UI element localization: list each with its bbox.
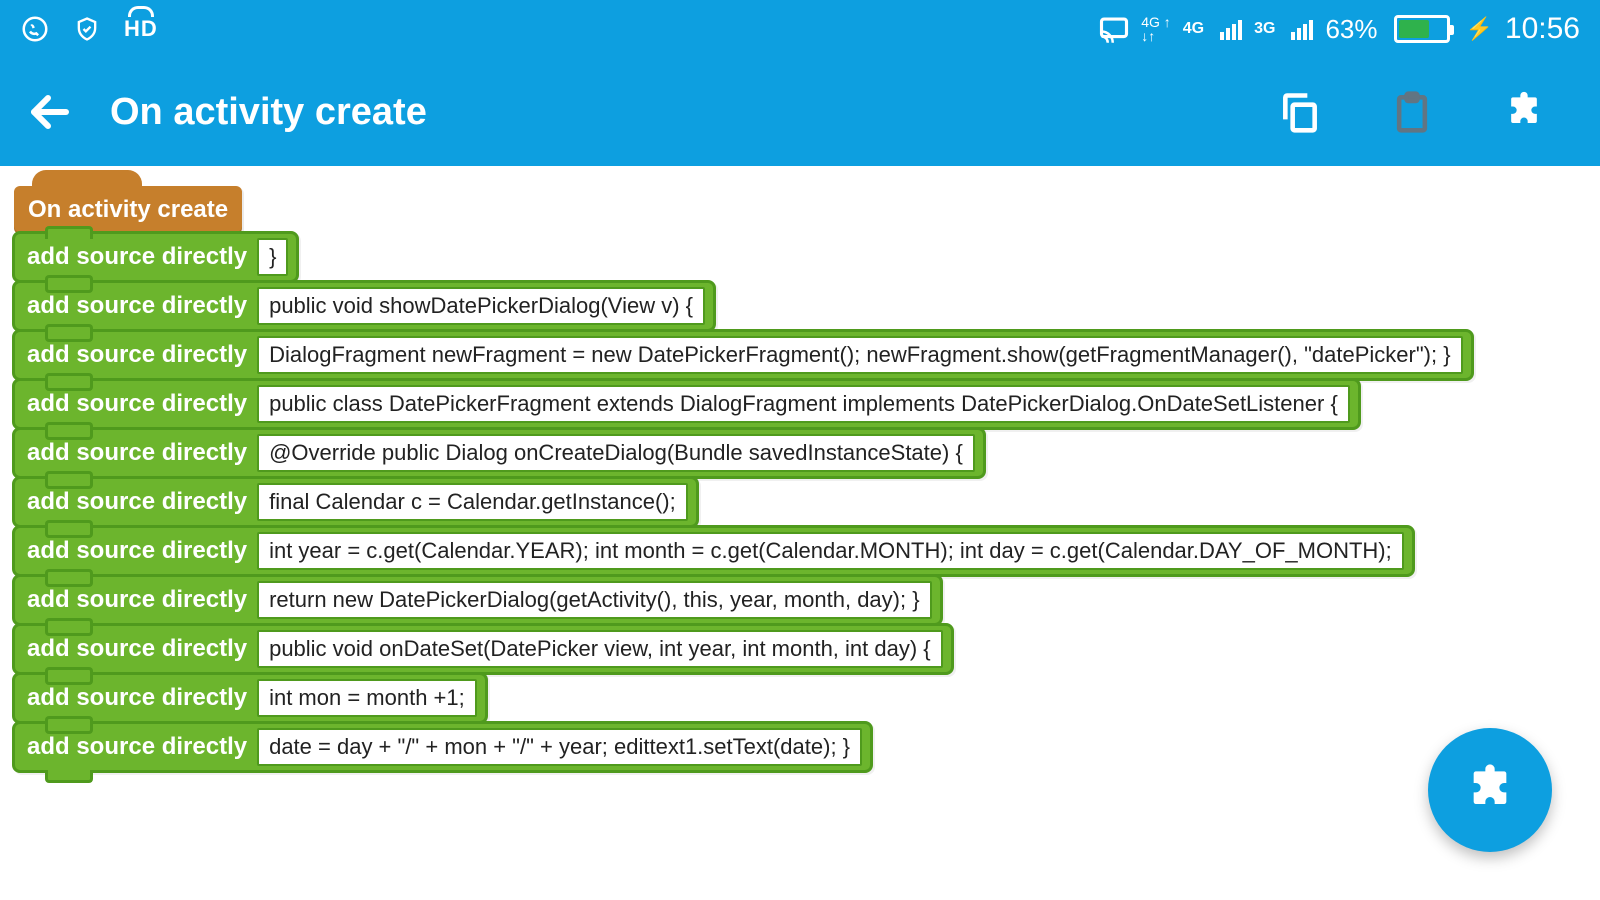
source-block-label: add source directly [23, 631, 257, 667]
app-actions [1274, 86, 1580, 138]
net-4g-label: 4G [1183, 20, 1204, 38]
source-block[interactable]: add source directly@Override public Dial… [12, 427, 986, 479]
page-title: On activity create [110, 91, 1244, 134]
source-block[interactable]: add source directlypublic void showDateP… [12, 280, 716, 332]
source-code-input[interactable]: int mon = month +1; [257, 679, 477, 717]
signal-3g-icon [1291, 18, 1313, 40]
copy-button[interactable] [1274, 86, 1326, 138]
block-canvas[interactable]: On activity create add source directly}a… [0, 166, 1600, 900]
status-time: 10:56 [1505, 12, 1580, 46]
hd-icon: HD [124, 16, 158, 42]
status-left: HD [20, 14, 158, 44]
charging-icon: ⚡ [1466, 16, 1493, 42]
source-block[interactable]: add source directlydate = day + "/" + mo… [12, 721, 873, 773]
source-block[interactable]: add source directlypublic class DatePick… [12, 378, 1361, 430]
source-block-label: add source directly [23, 680, 257, 716]
puzzle-button[interactable] [1498, 86, 1550, 138]
net-3g-label: 3G [1254, 20, 1275, 38]
source-code-input[interactable]: return new DatePickerDialog(getActivity(… [257, 581, 931, 619]
whatsapp-icon [20, 14, 50, 44]
data-arrows-icon: 4G ↑↓↑ [1141, 15, 1171, 43]
source-block-label: add source directly [23, 435, 257, 471]
source-block-label: add source directly [23, 582, 257, 618]
source-block[interactable]: add source directlyfinal Calendar c = Ca… [12, 476, 699, 528]
back-button[interactable] [20, 82, 80, 142]
add-block-fab[interactable] [1428, 728, 1552, 852]
source-code-input[interactable]: } [257, 238, 288, 276]
app-bar: On activity create [0, 58, 1600, 166]
source-code-input[interactable]: date = day + "/" + mon + "/" + year; edi… [257, 728, 862, 766]
source-block-label: add source directly [23, 386, 257, 422]
source-code-input[interactable]: public void showDatePickerDialog(View v)… [257, 287, 705, 325]
source-block[interactable]: add source directlyreturn new DatePicker… [12, 574, 943, 626]
source-code-input[interactable]: @Override public Dialog onCreateDialog(B… [257, 434, 975, 472]
source-code-input[interactable]: DialogFragment newFragment = new DatePic… [257, 336, 1462, 374]
shield-icon [72, 14, 102, 44]
source-block-label: add source directly [23, 533, 257, 569]
source-block[interactable]: add source directlyint year = c.get(Cale… [12, 525, 1415, 577]
paste-button[interactable] [1386, 86, 1438, 138]
source-block-label: add source directly [23, 288, 257, 324]
source-block[interactable]: add source directlyDialogFragment newFra… [12, 329, 1474, 381]
block-stack: add source directly}add source directlyp… [12, 234, 1588, 773]
signal-4g-icon [1220, 18, 1242, 40]
source-code-input[interactable]: public class DatePickerFragment extends … [257, 385, 1350, 423]
cast-icon [1099, 14, 1129, 44]
battery-pct: 63% [1325, 14, 1377, 45]
source-block[interactable]: add source directlypublic void onDateSet… [12, 623, 954, 675]
source-block-label: add source directly [23, 729, 257, 765]
hat-label: On activity create [28, 196, 228, 223]
source-code-input[interactable]: public void onDateSet(DatePicker view, i… [257, 630, 943, 668]
status-bar: HD 4G ↑↓↑ 4G 3G 63% ⚡ 10:56 [0, 0, 1600, 58]
battery-icon [1394, 15, 1450, 43]
source-block-label: add source directly [23, 484, 257, 520]
source-block-label: add source directly [23, 337, 257, 373]
source-code-input[interactable]: final Calendar c = Calendar.getInstance(… [257, 483, 688, 521]
source-code-input[interactable]: int year = c.get(Calendar.YEAR); int mon… [257, 532, 1404, 570]
source-block-label: add source directly [23, 239, 257, 275]
status-right: 4G ↑↓↑ 4G 3G 63% ⚡ 10:56 [1099, 12, 1580, 46]
